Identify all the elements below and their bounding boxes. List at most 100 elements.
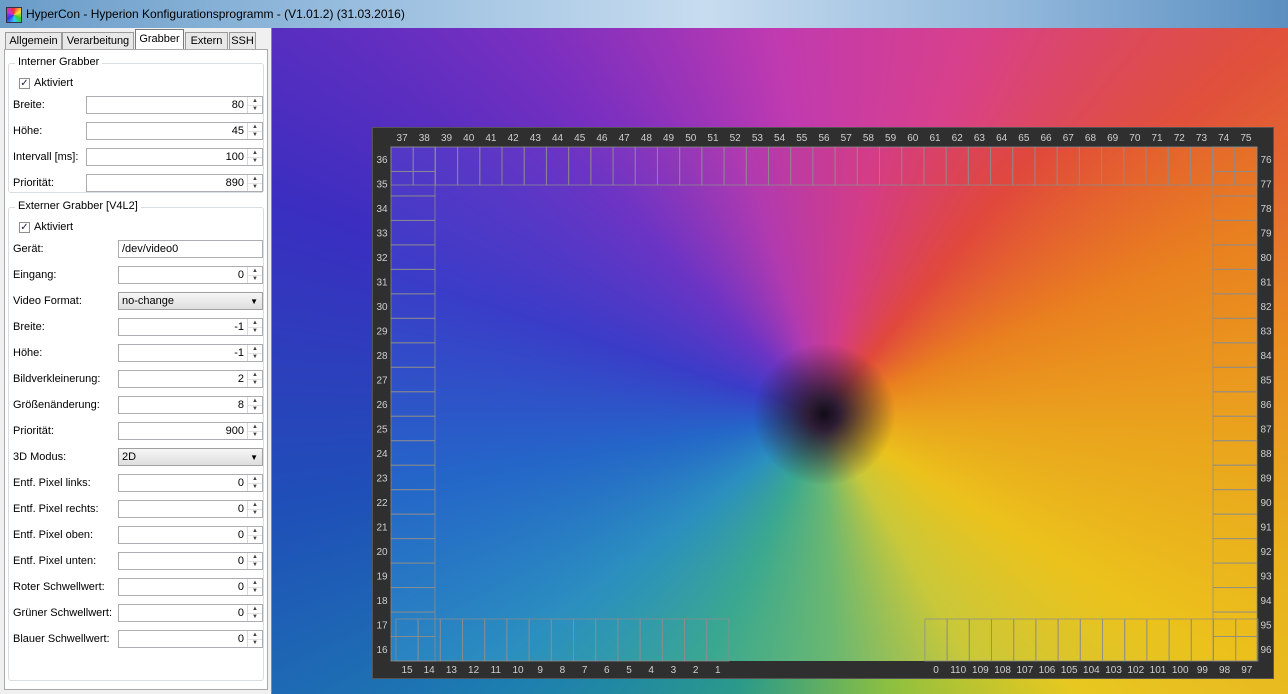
led-label-bottom: 5 <box>626 665 632 676</box>
decimation-value: 2 <box>237 373 244 385</box>
led-label-right: 87 <box>1260 424 1272 435</box>
internal-height-spinner[interactable]: 45 ▲ ▼ <box>86 122 263 140</box>
tab-extern[interactable]: Extern <box>185 32 228 49</box>
led-label-right: 81 <box>1260 278 1272 289</box>
led-label-bottom: 12 <box>468 665 480 676</box>
red-threshold-spinner[interactable]: 0 ▲ ▼ <box>118 578 263 596</box>
led-label-right: 96 <box>1260 645 1272 656</box>
external-priority-spinner[interactable]: 900 ▲ ▼ <box>118 422 263 440</box>
led-label-right: 92 <box>1260 547 1272 558</box>
led-label-top: 55 <box>796 133 808 144</box>
tab-verarbeitung[interactable]: Verarbeitung <box>62 32 134 49</box>
led-cell-right <box>1212 317 1258 344</box>
external-height-spinner[interactable]: -1 ▲ ▼ <box>118 344 263 362</box>
internal-priority-spinner[interactable]: 890 ▲ ▼ <box>86 174 263 192</box>
crop-right-label: Entf. Pixel rechts: <box>13 503 99 515</box>
led-cell-right <box>1212 464 1258 491</box>
led-cell-left <box>390 268 436 295</box>
led-label-top: 48 <box>641 133 653 144</box>
spin-down-icon[interactable]: ▼ <box>248 379 262 387</box>
spin-down-icon[interactable]: ▼ <box>248 561 262 569</box>
led-label-bottom: 108 <box>994 665 1011 676</box>
led-cell-right <box>1212 293 1258 319</box>
led-label-bottom: 15 <box>401 665 413 676</box>
led-label-bottom: 105 <box>1061 665 1078 676</box>
led-label-top: 52 <box>730 133 742 144</box>
internal-enabled-checkbox[interactable]: ✓ <box>19 78 30 89</box>
spin-down-icon[interactable]: ▼ <box>248 157 262 165</box>
led-cell-right <box>1212 219 1258 246</box>
led-cell-bottom <box>417 618 441 662</box>
led-cell-bottom <box>1190 618 1214 662</box>
led-label-top: 63 <box>974 133 986 144</box>
led-label-right: 93 <box>1260 571 1272 582</box>
tab-grabber[interactable]: Grabber <box>135 29 184 50</box>
led-label-top: 51 <box>707 133 719 144</box>
led-label-top: 62 <box>952 133 964 144</box>
crop-top-spinner[interactable]: 0 ▲ ▼ <box>118 526 263 544</box>
led-label-left: 23 <box>376 473 388 484</box>
video-format-select[interactable]: no-change ▼ <box>118 292 263 310</box>
spin-down-icon[interactable]: ▼ <box>248 587 262 595</box>
spin-down-icon[interactable]: ▼ <box>248 535 262 543</box>
device-input[interactable]: /dev/video0 <box>118 240 263 258</box>
led-cell-right <box>1212 489 1258 515</box>
input-spinner[interactable]: 0 ▲ ▼ <box>118 266 263 284</box>
led-cell-left <box>390 244 436 270</box>
led-cell-bottom <box>1013 618 1037 662</box>
led-cell-top <box>1101 146 1125 186</box>
external-grabber-title: Externer Grabber [V4L2] <box>15 200 141 212</box>
blue-threshold-spinner[interactable]: 0 ▲ ▼ <box>118 630 263 648</box>
spin-down-icon[interactable]: ▼ <box>248 431 262 439</box>
led-label-top: 65 <box>1018 133 1030 144</box>
led-label-top: 56 <box>818 133 830 144</box>
led-label-bottom: 6 <box>604 665 610 676</box>
size-decimation-spinner[interactable]: 8 ▲ ▼ <box>118 396 263 414</box>
spin-down-icon[interactable]: ▼ <box>248 353 262 361</box>
led-cell-bottom <box>946 618 970 662</box>
internal-interval-spinner[interactable]: 100 ▲ ▼ <box>86 148 263 166</box>
spin-down-icon[interactable]: ▼ <box>248 613 262 621</box>
spin-down-icon[interactable]: ▼ <box>248 405 262 413</box>
internal-width-spinner[interactable]: 80 ▲ ▼ <box>86 96 263 114</box>
led-label-left: 24 <box>376 449 388 460</box>
led-cell-left <box>390 611 436 638</box>
led-cell-top <box>1189 146 1214 186</box>
mode-3d-select[interactable]: 2D ▼ <box>118 448 263 466</box>
led-label-right: 83 <box>1260 327 1272 338</box>
crop-bottom-spinner[interactable]: 0 ▲ ▼ <box>118 552 263 570</box>
led-label-left: 26 <box>376 400 388 411</box>
led-label-right: 82 <box>1260 302 1272 313</box>
spin-down-icon[interactable]: ▼ <box>248 105 262 113</box>
green-threshold-spinner[interactable]: 0 ▲ ▼ <box>118 604 263 622</box>
led-label-right: 90 <box>1260 498 1272 509</box>
spin-down-icon[interactable]: ▼ <box>248 275 262 283</box>
spin-down-icon[interactable]: ▼ <box>248 183 262 191</box>
spin-down-icon[interactable]: ▼ <box>248 509 262 517</box>
external-enabled-checkbox[interactable]: ✓ <box>19 222 30 233</box>
crop-left-spinner[interactable]: 0 ▲ ▼ <box>118 474 263 492</box>
led-cell-top <box>945 146 969 186</box>
decimation-spinner[interactable]: 2 ▲ ▼ <box>118 370 263 388</box>
led-cell-top <box>856 146 881 186</box>
crop-right-spinner[interactable]: 0 ▲ ▼ <box>118 500 263 518</box>
chevron-down-icon: ▼ <box>250 453 258 462</box>
led-label-right: 88 <box>1260 449 1272 460</box>
window-title: HyperCon - Hyperion Konfigurationsprogra… <box>26 7 405 21</box>
external-width-spinner[interactable]: -1 ▲ ▼ <box>118 318 263 336</box>
led-cell-right <box>1212 366 1258 393</box>
led-label-bottom: 110 <box>950 665 966 676</box>
led-label-right: 85 <box>1260 376 1272 387</box>
spin-down-icon[interactable]: ▼ <box>248 327 262 335</box>
led-cell-top <box>812 146 836 186</box>
spin-down-icon[interactable]: ▼ <box>248 131 262 139</box>
green-threshold-value: 0 <box>237 607 244 619</box>
spin-down-icon[interactable]: ▼ <box>248 483 262 491</box>
tab-allgemein[interactable]: Allgemein <box>5 32 62 49</box>
input-label: Eingang: <box>13 269 57 281</box>
spin-down-icon[interactable]: ▼ <box>248 639 262 647</box>
led-cell-top <box>612 146 636 186</box>
led-label-top: 41 <box>485 133 497 144</box>
tab-ssh[interactable]: SSH <box>229 32 256 49</box>
led-frame: 37 38 39 40 41 42 43 44 45 46 47 48 49 50 51 52 53 54 55 56… <box>372 127 1274 679</box>
